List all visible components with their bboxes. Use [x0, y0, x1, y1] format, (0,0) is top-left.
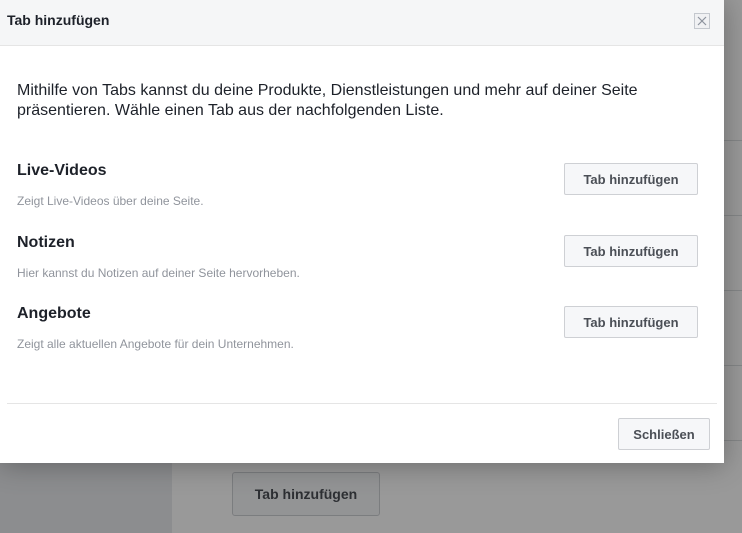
add-tab-button-angebote[interactable]: Tab hinzufügen — [564, 306, 698, 338]
close-dialog-button[interactable]: Schließen — [618, 418, 710, 450]
dialog-intro-text: Mithilfe von Tabs kannst du deine Produk… — [17, 82, 638, 119]
add-tab-button-notizen[interactable]: Tab hinzufügen — [564, 235, 698, 267]
add-tab-button-live-videos[interactable]: Tab hinzufügen — [564, 163, 698, 195]
dialog-title: Tab hinzufügen — [7, 12, 110, 28]
tab-option-description: Zeigt alle aktuellen Angebote für dein U… — [17, 337, 294, 351]
close-button[interactable] — [694, 13, 710, 29]
close-icon — [697, 16, 707, 26]
dialog-footer-divider — [7, 403, 717, 404]
add-tab-dialog: Tab hinzufügen Mithilfe von Tabs kannst … — [0, 0, 724, 463]
tab-option-description: Hier kannst du Notizen auf deiner Seite … — [17, 266, 300, 280]
dialog-header: Tab hinzufügen — [0, 0, 724, 46]
tab-option-description: Zeigt Live-Videos über deine Seite. — [17, 194, 204, 208]
